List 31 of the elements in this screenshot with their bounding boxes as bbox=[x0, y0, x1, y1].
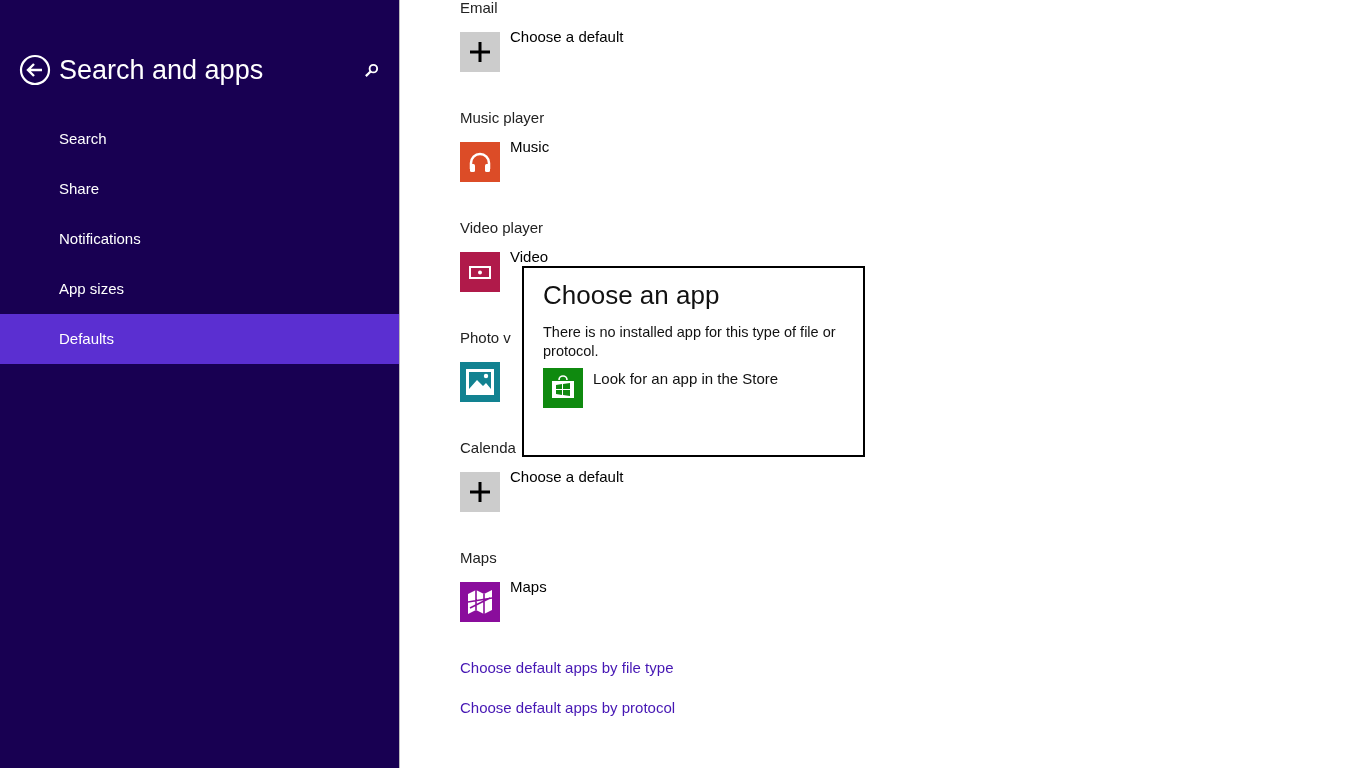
app-name[interactable]: Maps bbox=[510, 579, 547, 595]
plus-tile-icon[interactable] bbox=[460, 472, 500, 512]
plus-tile-icon[interactable] bbox=[460, 32, 500, 72]
setting-label: Music player bbox=[460, 108, 546, 128]
app-tile-icon[interactable] bbox=[460, 362, 500, 402]
nav-item[interactable]: Share bbox=[0, 164, 399, 214]
nav-item[interactable]: Defaults bbox=[0, 314, 399, 364]
popup-title: Choose an app bbox=[543, 280, 721, 311]
store-bag-icon[interactable] bbox=[543, 368, 583, 408]
store-link[interactable]: Look for an app in the Store bbox=[593, 370, 779, 387]
link[interactable]: Choose default apps by protocol bbox=[460, 698, 676, 738]
search-icon[interactable] bbox=[364, 62, 379, 78]
app-name[interactable]: Video bbox=[510, 249, 549, 265]
app-tile-icon[interactable] bbox=[460, 142, 500, 182]
setting-label: Photo v bbox=[460, 328, 511, 348]
panel-title: Search and apps bbox=[59, 54, 265, 86]
setting-label: Email bbox=[460, 0, 499, 18]
nav-item[interactable]: Search bbox=[0, 114, 399, 164]
app-name[interactable]: Choose a default bbox=[510, 469, 624, 485]
app-name[interactable]: Music bbox=[510, 139, 550, 155]
app-name[interactable]: Choose a default bbox=[510, 29, 624, 45]
setting-label: Video player bbox=[460, 218, 545, 238]
app-tile-icon[interactable] bbox=[460, 252, 500, 292]
setting-label: Calenda bbox=[460, 438, 517, 458]
link[interactable]: Choose default apps by file type bbox=[460, 658, 674, 698]
nav-item[interactable]: Notifications bbox=[0, 214, 399, 264]
nav-item[interactable]: App sizes bbox=[0, 264, 399, 314]
back-icon[interactable] bbox=[19, 54, 51, 86]
app-tile-icon[interactable] bbox=[460, 582, 500, 622]
popup-message: There is no installed app for this type of file or protocol. bbox=[543, 323, 837, 361]
setting-label: Maps bbox=[460, 548, 498, 568]
